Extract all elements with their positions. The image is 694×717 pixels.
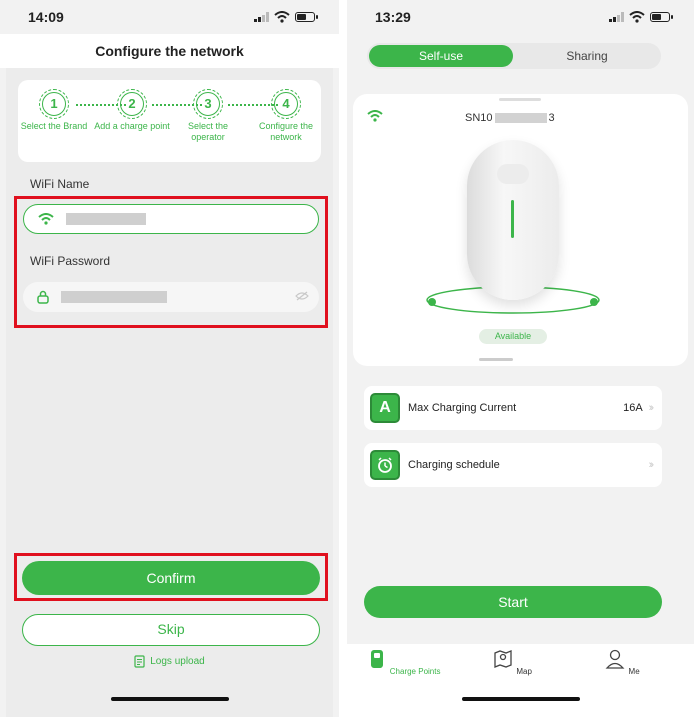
tab-charge-points[interactable]: Charge Points: [363, 648, 443, 676]
step-label: Add a charge point: [94, 121, 170, 131]
logs-upload-label: Logs upload: [150, 656, 205, 667]
person-icon: [605, 649, 625, 669]
step-label: Configure the network: [258, 121, 314, 142]
tab-label: Charge Points: [389, 667, 441, 676]
status-icons: [254, 11, 318, 23]
drag-handle: [499, 98, 541, 101]
battery-icon: [295, 12, 318, 22]
step-number: 2: [117, 89, 147, 119]
max-charging-current-row[interactable]: A Max Charging Current 16A ››: [364, 386, 662, 430]
tab-self-use[interactable]: Self-use: [369, 45, 513, 67]
bottom-tab-bar: Charge Points Map Me: [347, 644, 694, 717]
battery-icon: [650, 12, 673, 22]
charger-detail-screen: 13:29 Self-use Sharing SN10 3 Available …: [347, 0, 694, 717]
document-icon: [134, 655, 145, 668]
charging-schedule-row[interactable]: Charging schedule ››: [364, 443, 662, 487]
wifi-icon: [629, 11, 645, 23]
step-select-operator: 3 Select the operator: [170, 89, 246, 143]
nfc-pad: [497, 164, 529, 184]
charger-led: [511, 200, 514, 238]
chevron-right-icon: ››: [648, 402, 655, 414]
alarm-clock-icon: [370, 450, 400, 480]
home-indicator: [110, 697, 229, 701]
map-icon: [494, 650, 512, 668]
chevron-right-icon: ››: [648, 459, 655, 471]
tab-label: Me: [628, 667, 640, 676]
step-number: 3: [193, 89, 223, 119]
page-title: Configure the network: [0, 34, 339, 68]
setting-value: 16A: [623, 402, 643, 414]
signal-icon: [609, 12, 624, 22]
configure-network-screen: 14:09 Configure the network 1 Select the…: [0, 0, 339, 717]
step-configure-network: 4 Configure the network: [248, 89, 324, 143]
highlight-box: [14, 196, 328, 328]
step-label: Select the operator: [187, 121, 229, 142]
page-indicator: [479, 358, 513, 361]
tab-label: Map: [516, 667, 532, 676]
tab-map[interactable]: Map: [472, 648, 552, 676]
status-icons: [609, 11, 673, 23]
status-time: 14:09: [28, 9, 64, 25]
logs-upload-link[interactable]: Logs upload: [0, 655, 339, 668]
mode-segmented-control: Self-use Sharing: [367, 43, 661, 69]
start-button[interactable]: Start: [364, 586, 662, 618]
signal-icon: [254, 12, 269, 22]
highlight-box: [14, 553, 328, 601]
setting-label: Max Charging Current: [408, 402, 517, 414]
step-add-charge-point: 2 Add a charge point: [94, 89, 170, 132]
progress-steps: 1 Select the Brand 2 Add a charge point …: [18, 80, 321, 162]
step-select-brand: 1 Select the Brand: [16, 89, 92, 132]
step-label: Select the Brand: [20, 121, 88, 131]
charger-icon: [370, 650, 383, 668]
wifi-name-label: WiFi Name: [30, 177, 90, 191]
setting-label: Charging schedule: [408, 459, 500, 471]
wifi-icon: [274, 11, 290, 23]
tab-me[interactable]: Me: [582, 648, 662, 676]
home-indicator: [461, 697, 580, 701]
serial-prefix: SN10: [465, 112, 493, 124]
charger-illustration: [467, 140, 559, 300]
step-number: 1: [39, 89, 69, 119]
serial-suffix: 3: [548, 112, 555, 124]
skip-button[interactable]: Skip: [22, 614, 320, 646]
current-icon: A: [370, 393, 400, 423]
status-bar: 14:09: [0, 0, 339, 34]
status-badge: Available: [479, 329, 547, 344]
wifi-connected-icon: [367, 110, 383, 122]
tab-sharing[interactable]: Sharing: [515, 45, 659, 67]
step-number: 4: [271, 89, 301, 119]
status-bar: 13:29: [347, 0, 694, 34]
redacted-value: [494, 113, 547, 123]
serial-number: SN10 3: [465, 112, 555, 124]
status-time: 13:29: [375, 9, 411, 25]
